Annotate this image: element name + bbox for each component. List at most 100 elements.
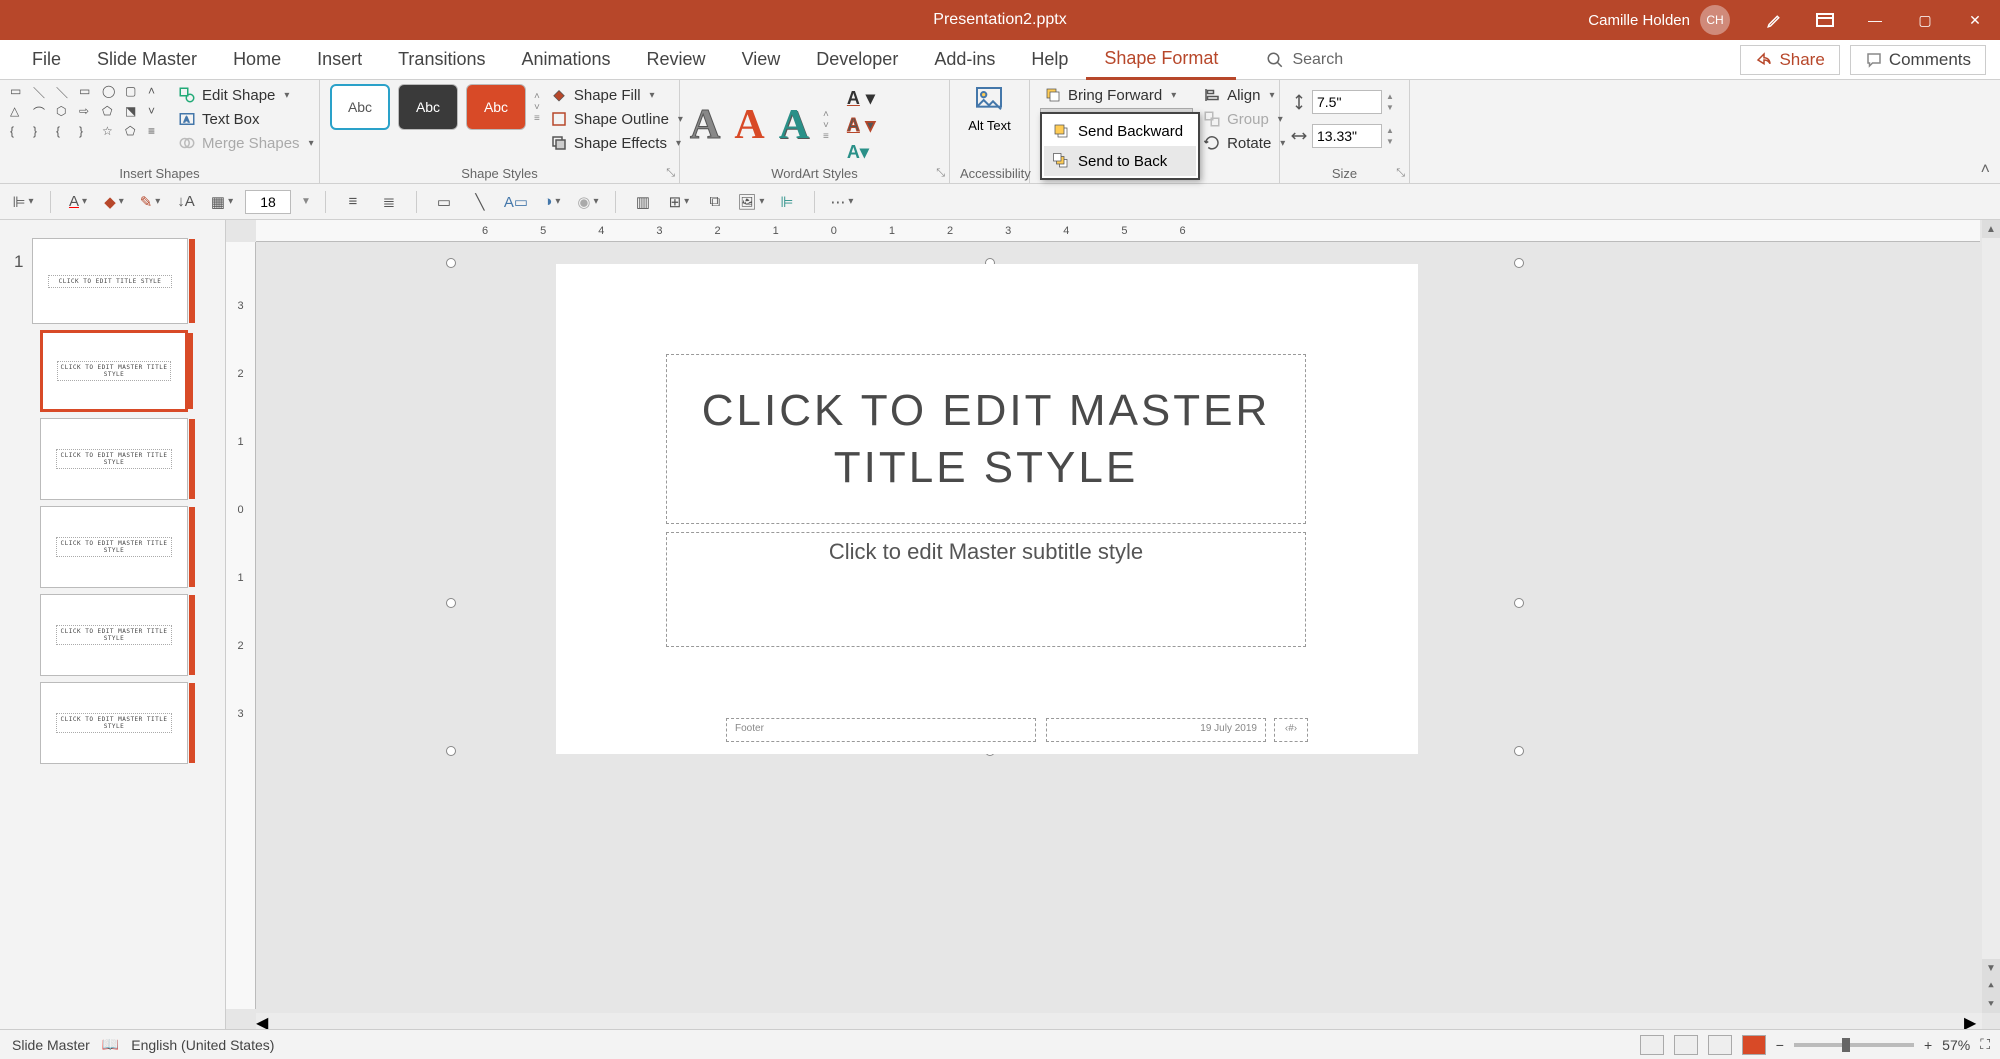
sort-icon[interactable]: ↓A — [173, 189, 199, 215]
align-center-qat-icon[interactable]: ≣ — [376, 189, 402, 215]
rect-icon[interactable]: ▭ — [79, 84, 99, 101]
shapes-tool-icon[interactable]: ◑ — [539, 189, 565, 215]
arrow-icon[interactable]: ⇨ — [79, 104, 99, 121]
tab-help[interactable]: Help — [1013, 40, 1086, 80]
misc-icon[interactable]: ⬠ — [125, 124, 145, 138]
tab-shape-format[interactable]: Shape Format — [1086, 40, 1236, 80]
bring-forward-button[interactable]: Bring Forward — [1040, 84, 1193, 106]
overflow-icon[interactable]: ⋯ — [829, 189, 855, 215]
share-button[interactable]: Share — [1740, 45, 1839, 75]
tab-review[interactable]: Review — [629, 40, 724, 80]
title-placeholder[interactable]: CLICK TO EDIT MASTER TITLE STYLE — [666, 354, 1306, 524]
scroll-left-icon[interactable]: ◀ — [256, 1013, 274, 1029]
style-preset-3[interactable]: Abc — [466, 84, 526, 130]
line2-icon[interactable]: ＼ — [56, 84, 76, 101]
height-input[interactable] — [1312, 90, 1382, 114]
more-bar-icon[interactable]: ≡ — [148, 124, 168, 138]
tab-view[interactable]: View — [724, 40, 799, 80]
brace2-icon[interactable]: { — [56, 124, 76, 138]
search-box[interactable]: Search — [1266, 51, 1343, 69]
brace-l-icon[interactable]: { — [10, 124, 30, 138]
flag-icon[interactable]: ⬠ — [102, 104, 122, 121]
subtitle-placeholder[interactable]: Click to edit Master subtitle style — [666, 532, 1306, 647]
zoom-in-icon[interactable]: + — [1924, 1037, 1932, 1053]
ribbon-display-icon[interactable] — [1800, 0, 1850, 40]
oval-icon[interactable]: ◯ — [102, 84, 122, 101]
slidenum-placeholder[interactable]: ‹#› — [1274, 718, 1308, 742]
next-slide-icon[interactable]: ⯆ — [1982, 995, 2000, 1013]
wa-more-icon[interactable]: ≡ — [823, 131, 829, 142]
spellcheck-icon[interactable]: 📖 — [102, 1036, 119, 1053]
callout-icon[interactable]: ⬔ — [125, 104, 145, 121]
text-outline-button[interactable]: A▾ — [843, 113, 879, 138]
merge-shapes-button[interactable]: Merge Shapes — [174, 132, 318, 154]
layout-thumb-2[interactable]: CLICK TO EDIT MASTER TITLE STYLE — [40, 418, 188, 500]
minimize-button[interactable]: — — [1850, 0, 1900, 40]
crop-icon[interactable]: ⧉ — [702, 189, 728, 215]
wa-dn-icon[interactable]: ˅ — [823, 120, 829, 131]
hex-icon[interactable]: ⬡ — [56, 104, 76, 121]
tab-insert[interactable]: Insert — [299, 40, 380, 80]
normal-view-icon[interactable] — [1640, 1035, 1664, 1055]
sel-handle-ne[interactable] — [1514, 258, 1524, 268]
vertical-scrollbar[interactable]: ▲ ▼ ⯅ ⯆ — [1982, 220, 2000, 1013]
user-avatar[interactable]: CH — [1700, 5, 1730, 35]
zoom-value[interactable]: 57% — [1942, 1037, 1970, 1053]
user-name[interactable]: Camille Holden — [1588, 12, 1690, 29]
sel-handle-e[interactable] — [1514, 598, 1524, 608]
video-icon[interactable]: ⊫ — [774, 189, 800, 215]
tab-slide-master[interactable]: Slide Master — [79, 40, 215, 80]
edit-shape-button[interactable]: Edit Shape — [174, 84, 318, 106]
scroll-up-icon[interactable]: ▲ — [1982, 220, 2000, 238]
sorter-view-icon[interactable] — [1674, 1035, 1698, 1055]
align-left-qat-icon[interactable]: ≡ — [340, 189, 366, 215]
arrange-qat-icon[interactable]: ▦ — [209, 189, 235, 215]
gallery-more-icon[interactable]: ≡ — [534, 113, 540, 124]
more-dn-icon[interactable]: ˅ — [148, 104, 168, 121]
zoom-out-icon[interactable]: − — [1776, 1037, 1784, 1053]
collapse-ribbon-icon[interactable]: ˄ — [1981, 161, 1990, 179]
slide-canvas-area[interactable]: 6543210123456 3210123 CLICK TO EDIT MAST… — [226, 220, 2000, 1029]
footer-placeholder[interactable]: Footer — [726, 718, 1036, 742]
chart-icon[interactable]: ▥ — [630, 189, 656, 215]
shape-effects-button[interactable]: Shape Effects — [546, 132, 687, 154]
sel-handle-se[interactable] — [1514, 746, 1524, 756]
style-preset-2[interactable]: Abc — [398, 84, 458, 130]
shape-styles-launcher[interactable]: ⤡ — [666, 167, 675, 180]
comments-button[interactable]: Comments — [1850, 45, 1986, 75]
wordart-preset-2[interactable]: A — [734, 101, 764, 149]
tab-animations[interactable]: Animations — [503, 40, 628, 80]
pen-icon[interactable] — [1750, 0, 1800, 40]
rotate-button[interactable]: Rotate — [1199, 132, 1289, 154]
tab-add-ins[interactable]: Add-ins — [916, 40, 1013, 80]
master-thumbnail[interactable]: CLICK TO EDIT TITLE STYLE — [32, 238, 188, 324]
font-size-input[interactable] — [245, 190, 291, 214]
width-input[interactable] — [1312, 124, 1382, 148]
text-fill-button[interactable]: A▾ — [843, 86, 879, 111]
shape-outline-button[interactable]: Shape Outline — [546, 108, 687, 130]
layout-thumb-3[interactable]: CLICK TO EDIT MASTER TITLE STYLE — [40, 506, 188, 588]
tab-transitions[interactable]: Transitions — [380, 40, 503, 80]
wa-up-icon[interactable]: ˄ — [823, 109, 829, 120]
textbox-icon[interactable]: ▭ — [10, 84, 30, 101]
layout-thumbnails[interactable]: 1 CLICK TO EDIT TITLE STYLE CLICK TO EDI… — [0, 220, 226, 1029]
shape-fill-qat-icon[interactable]: ◆ — [101, 189, 127, 215]
alt-text-button[interactable]: Alt Text — [968, 84, 1010, 133]
dropdown-send-to-back[interactable]: Send to Back — [1044, 146, 1196, 176]
shape-outline-qat-icon[interactable]: ✎ — [137, 189, 163, 215]
more-up-icon[interactable]: ˄ — [148, 84, 168, 101]
roundrect-icon[interactable]: ▢ — [125, 84, 145, 101]
layout-thumb-4[interactable]: CLICK TO EDIT MASTER TITLE STYLE — [40, 594, 188, 676]
fit-window-icon[interactable]: ⛶ — [1980, 1036, 1990, 1053]
tri-icon[interactable]: △ — [10, 104, 30, 121]
line-tool-icon[interactable]: ╲ — [467, 189, 493, 215]
line-icon[interactable]: ＼ — [33, 84, 53, 101]
merge-tool-icon[interactable]: ◉ — [575, 189, 601, 215]
height-field[interactable]: ▲▼ — [1290, 90, 1394, 114]
status-mode[interactable]: Slide Master — [12, 1037, 90, 1053]
gallery-up-icon[interactable]: ˄ — [534, 91, 540, 102]
wordart-preset-3[interactable]: A — [779, 101, 809, 149]
prev-slide-icon[interactable]: ⯅ — [1982, 977, 2000, 995]
wordart-preset-1[interactable]: A — [690, 101, 720, 149]
brace-r-icon[interactable]: } — [33, 124, 53, 138]
